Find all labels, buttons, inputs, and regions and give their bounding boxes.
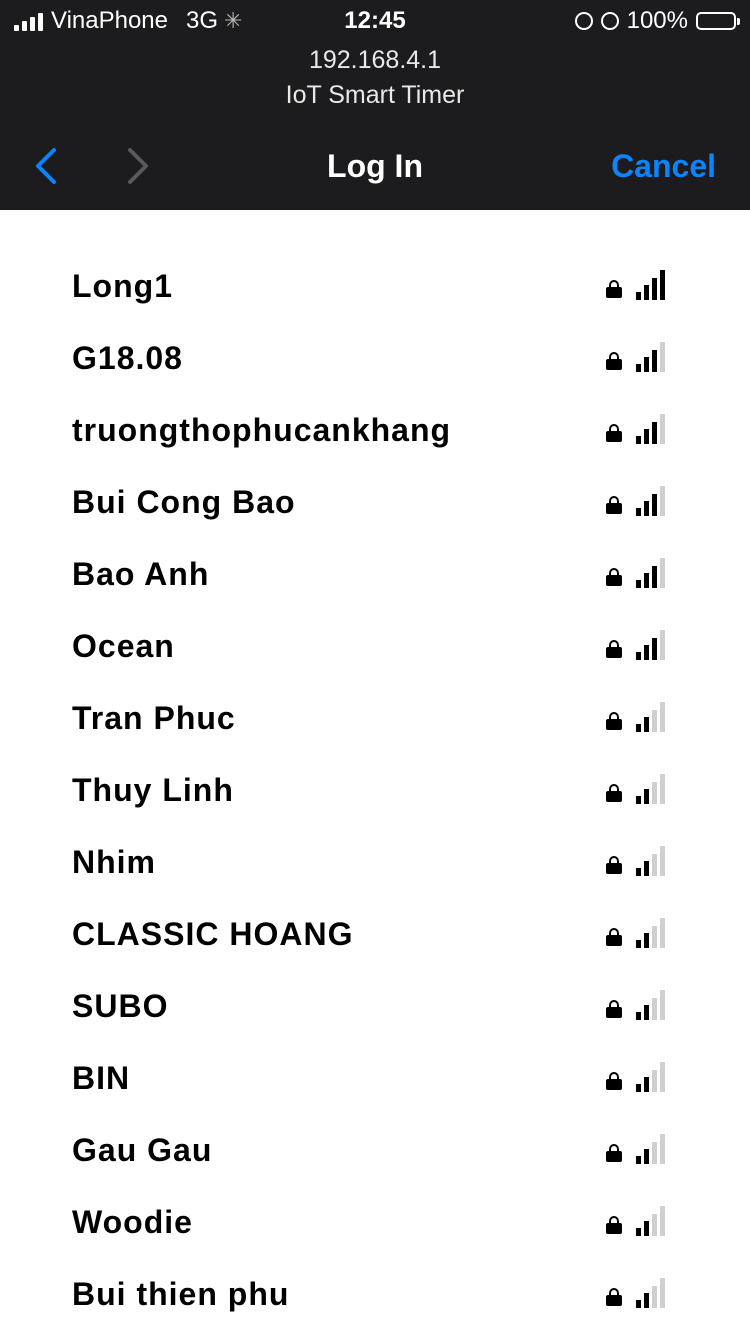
wifi-signal-icon xyxy=(636,1132,668,1164)
lock-icon xyxy=(606,424,622,442)
wifi-network-row[interactable]: Tran Phuc xyxy=(0,682,750,754)
lock-icon xyxy=(606,1288,622,1306)
wifi-signal-icon xyxy=(636,1276,668,1308)
network-ssid: G18.08 xyxy=(72,340,183,376)
wifi-signal-icon xyxy=(636,412,668,444)
wifi-network-row[interactable]: Ocean xyxy=(0,610,750,682)
battery-icon xyxy=(696,12,740,30)
network-ssid: Ocean xyxy=(72,628,175,664)
wifi-network-row[interactable]: Bao Anh xyxy=(0,538,750,610)
battery-percent: 100% xyxy=(626,7,688,34)
lock-icon xyxy=(606,712,622,730)
network-ssid: Woodie xyxy=(72,1204,193,1240)
wifi-network-row[interactable]: Gau Gau xyxy=(0,1114,750,1186)
wifi-network-row[interactable]: Woodie xyxy=(0,1186,750,1258)
lock-icon xyxy=(606,784,622,802)
status-bar: VinaPhone 3G ✳ 12:45 100% xyxy=(0,0,750,42)
network-ssid: Bui Cong Bao xyxy=(72,484,296,520)
wifi-signal-icon xyxy=(636,484,668,516)
network-ssid: Nhim xyxy=(72,844,156,880)
top-bar: VinaPhone 3G ✳ 12:45 100% 192.168.4.1 Io… xyxy=(0,0,750,210)
network-ssid: Tran Phuc xyxy=(72,700,236,736)
network-ssid: Gau Gau xyxy=(72,1132,213,1168)
wifi-signal-icon xyxy=(636,340,668,372)
wifi-network-row[interactable]: Bui thien phu xyxy=(0,1258,750,1330)
wifi-network-row[interactable]: Thuy Linh xyxy=(0,754,750,826)
wifi-signal-icon xyxy=(636,556,668,588)
lock-icon xyxy=(606,1072,622,1090)
page-subtitle: IoT Smart Timer xyxy=(285,81,465,109)
wifi-signal-icon xyxy=(636,628,668,660)
lock-icon xyxy=(606,496,622,514)
wifi-signal-icon xyxy=(636,772,668,804)
lock-icon xyxy=(606,928,622,946)
wifi-network-row[interactable]: CLASSIC HOANG xyxy=(0,898,750,970)
network-ssid: CLASSIC HOANG xyxy=(72,916,354,952)
network-ssid: Thuy Linh xyxy=(72,772,234,808)
cancel-button[interactable]: Cancel xyxy=(611,148,716,185)
network-ssid: Bui thien phu xyxy=(72,1276,290,1312)
wifi-network-row[interactable]: BIN xyxy=(0,1042,750,1114)
wifi-signal-icon xyxy=(636,1204,668,1236)
wifi-network-row[interactable]: Long1 xyxy=(0,250,750,322)
wifi-signal-icon xyxy=(636,916,668,948)
lock-icon xyxy=(606,1216,622,1234)
lock-icon xyxy=(606,856,622,874)
network-ssid: Long1 xyxy=(72,268,173,304)
orientation-lock-icon xyxy=(574,12,593,30)
network-ssid: Bao Anh xyxy=(72,556,210,592)
wifi-network-list: Long1 G18.08 truongthophucankhang Bui Cong … xyxy=(0,250,750,1330)
wifi-network-row[interactable]: truongthophucankhang xyxy=(0,394,750,466)
wifi-network-row[interactable]: SUBO xyxy=(0,970,750,1042)
page-url: 192.168.4.1 xyxy=(308,46,442,74)
lock-icon xyxy=(606,1000,622,1018)
network-ssid: truongthophucankhang xyxy=(72,412,452,448)
lock-icon xyxy=(606,352,622,370)
navigation-bar: Log In Cancel xyxy=(0,130,750,202)
wifi-signal-icon xyxy=(636,700,668,732)
lock-icon xyxy=(606,280,622,298)
network-ssid: SUBO xyxy=(72,988,169,1024)
wifi-signal-icon xyxy=(636,844,668,876)
wifi-signal-icon xyxy=(636,1060,668,1092)
wifi-signal-icon xyxy=(636,268,668,300)
wifi-signal-icon xyxy=(636,988,668,1020)
alarm-icon xyxy=(600,12,619,30)
lock-icon xyxy=(606,1144,622,1162)
wifi-network-row[interactable]: Nhim xyxy=(0,826,750,898)
lock-icon xyxy=(606,568,622,586)
wifi-network-row[interactable]: Bui Cong Bao xyxy=(0,466,750,538)
network-ssid: BIN xyxy=(72,1060,131,1096)
lock-icon xyxy=(606,640,622,658)
wifi-network-row[interactable]: G18.08 xyxy=(0,322,750,394)
